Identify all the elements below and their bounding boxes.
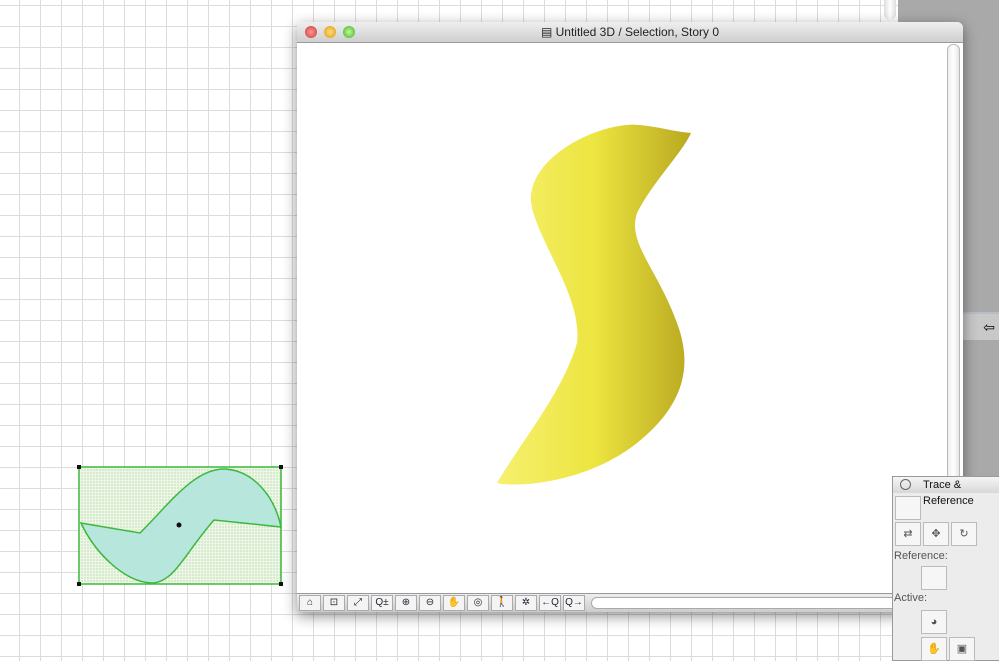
swap-icon[interactable]: ⇄ [895,522,921,546]
palette-title-bar[interactable]: Trace & Reference [893,477,999,507]
previous-zoom-icon[interactable]: ←Q [539,595,561,611]
navigation-toolbar: ⌂ ⊡ ⤢ Q± ⊕ ⊖ ✋ ◎ 🚶 ✲ ←Q Q→ [297,593,963,612]
active-label: Active: [894,592,928,604]
horizontal-scrollbar[interactable] [591,597,935,609]
3d-view-settings-icon[interactable]: ⌂ [299,595,321,611]
zoom-out-icon[interactable]: ⊖ [419,595,441,611]
trace-reference-palette: Trace & Reference ⇄ ✥ ↻ Reference: Activ… [892,476,999,661]
minimize-button[interactable] [324,26,336,38]
close-button[interactable] [305,26,317,38]
reference-label: Reference: [894,550,948,562]
layers-icon[interactable]: ▣ [949,637,975,661]
window-title: Untitled 3D / Selection, Story 0 [555,25,720,39]
hand-icon[interactable]: ✋ [921,637,947,661]
zoom-button[interactable] [343,26,355,38]
reference-selector[interactable] [921,566,947,590]
title-bar[interactable]: ▤ Untitled 3D / Selection, Story 0 [297,22,963,43]
zoom-in-out-icon[interactable]: Q± [371,595,393,611]
explore-icon[interactable]: ✲ [515,595,537,611]
3d-window: ▤ Untitled 3D / Selection, Story 0 ⌂ ⊡ ⤢ Q±… [297,22,963,612]
orbit-icon[interactable]: ◎ [467,595,489,611]
active-color-icon[interactable]: ◕ [921,610,947,634]
navigator-strip: ⇦ [963,312,999,340]
palette-close-icon[interactable] [900,479,911,490]
document-icon: ▤ [540,25,556,39]
zoom-in-icon[interactable]: ⊕ [395,595,417,611]
next-zoom-icon[interactable]: Q→ [563,595,585,611]
yellow-morph-shape [497,124,691,485]
floor-plan-selection[interactable] [75,463,287,589]
zoom-window-icon[interactable]: ⊡ [323,595,345,611]
plan-scrollbar[interactable] [884,0,896,20]
fit-in-window-icon[interactable]: ⤢ [347,595,369,611]
move-icon[interactable]: ✥ [923,522,949,546]
3d-model-view[interactable] [297,43,947,593]
palette-title: Trace & Reference [923,479,974,507]
trace-toggle-button[interactable] [895,496,921,520]
walk-icon[interactable]: 🚶 [491,595,513,611]
pan-hand-icon[interactable]: ✋ [443,595,465,611]
back-arrow-icon[interactable]: ⇦ [983,319,995,335]
rotate-icon[interactable]: ↻ [951,522,977,546]
